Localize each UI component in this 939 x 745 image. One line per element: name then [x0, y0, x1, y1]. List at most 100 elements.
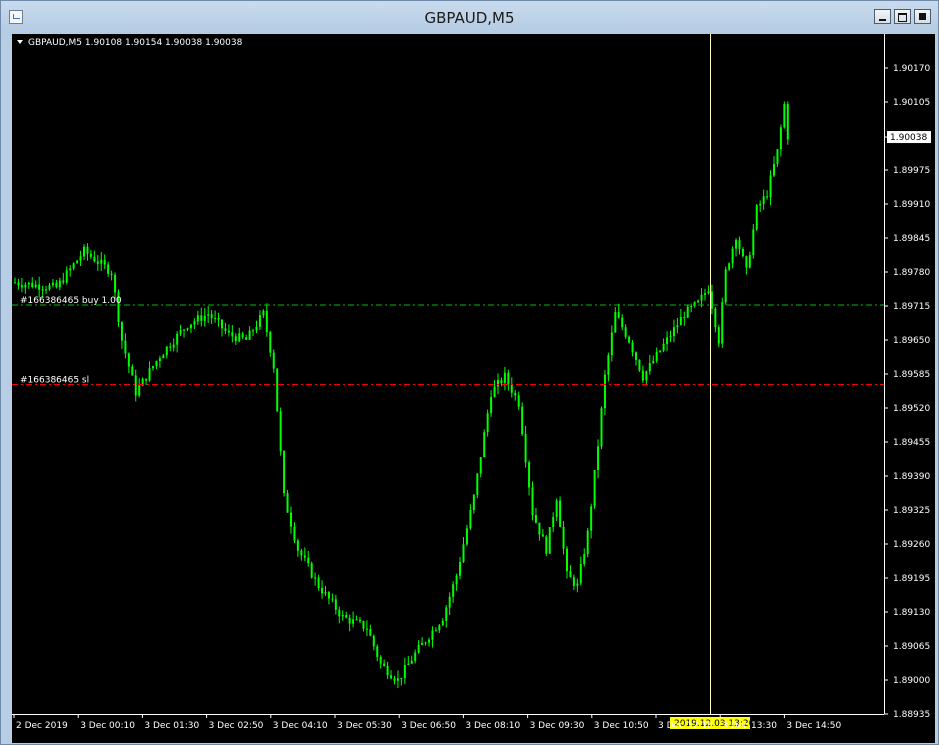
candle-body	[583, 554, 586, 565]
candle	[759, 200, 762, 212]
candle	[355, 615, 358, 621]
candle-body	[652, 360, 655, 363]
candle-body	[714, 308, 717, 328]
candle-body	[189, 324, 192, 329]
restore-icon[interactable]	[894, 9, 911, 24]
candle	[428, 637, 430, 647]
candle	[617, 303, 620, 319]
close-icon[interactable]	[914, 9, 931, 24]
candle-body	[76, 260, 79, 264]
candle-body	[603, 374, 606, 409]
candle-body	[548, 527, 551, 554]
candle-body	[196, 315, 199, 322]
candle-body	[755, 205, 758, 230]
candle	[600, 406, 603, 450]
candle	[472, 493, 475, 514]
candle-body	[507, 372, 510, 384]
candle	[14, 277, 16, 284]
candle-body	[379, 656, 382, 664]
title-bar[interactable]: GBPAUD,M5	[1, 1, 938, 33]
candle	[120, 321, 123, 349]
minimize-icon[interactable]	[874, 9, 891, 24]
candle	[403, 657, 406, 685]
candle	[300, 548, 303, 561]
candle-body	[479, 457, 482, 474]
candle	[372, 634, 375, 651]
candle	[545, 535, 548, 557]
candle-body	[293, 526, 296, 541]
chart-canvas[interactable]: #166386465 buy 1.00#166386465 sl 2019.12…	[12, 34, 935, 743]
candle-body	[186, 328, 189, 330]
candle-body	[210, 314, 213, 319]
candle	[686, 304, 689, 319]
candle-body	[410, 660, 413, 664]
candle	[500, 377, 503, 387]
chart-menu-arrow-icon[interactable]	[17, 40, 23, 44]
candle	[766, 190, 769, 200]
candle-body	[538, 522, 541, 535]
price-tick-label: 1.90170	[893, 64, 930, 74]
candle-body	[376, 646, 379, 657]
candle-body	[721, 302, 724, 344]
candle-body	[610, 332, 613, 356]
candle	[359, 616, 361, 624]
stop-loss-label: #166386465 sl	[20, 375, 89, 385]
candle	[493, 380, 496, 398]
candle-body	[27, 282, 30, 285]
candle-body	[24, 284, 27, 288]
candle	[24, 282, 27, 294]
candle	[55, 279, 58, 289]
candle	[217, 312, 220, 327]
candle	[769, 170, 772, 206]
candle	[155, 360, 158, 370]
price-tick-label: 1.89325	[893, 506, 930, 516]
candle-body	[717, 327, 720, 344]
candle	[172, 338, 175, 352]
candle-body	[704, 293, 706, 295]
candle	[669, 330, 672, 343]
candle	[307, 551, 310, 567]
candle-body	[224, 328, 227, 331]
candle	[469, 504, 472, 531]
candle	[400, 677, 403, 686]
candle-body	[738, 240, 741, 249]
candle	[407, 656, 410, 666]
candle-body	[145, 378, 148, 381]
candle-body	[773, 163, 775, 176]
candle-body	[497, 380, 499, 387]
candle-body	[559, 500, 562, 527]
candle	[148, 361, 151, 382]
candle	[524, 425, 527, 468]
candle-body	[407, 663, 410, 665]
candle-body	[707, 291, 710, 294]
candle	[614, 307, 617, 333]
candle	[296, 538, 299, 557]
candle-body	[745, 256, 748, 268]
candle	[541, 528, 544, 537]
candle	[786, 101, 789, 145]
candle	[552, 512, 555, 533]
candle	[124, 333, 127, 359]
candle-body	[300, 550, 303, 556]
price-tick-label: 1.89780	[893, 268, 930, 278]
candle-body	[310, 563, 313, 578]
candle	[103, 254, 106, 270]
candle-body	[679, 317, 682, 326]
price-chart[interactable]: #166386465 buy 1.00 #166386465 sl 2019.12…	[12, 34, 935, 743]
candle-body	[697, 300, 700, 303]
candle	[327, 590, 330, 605]
time-tick-label: 3 Dec 14:50	[786, 721, 841, 731]
candle	[707, 285, 710, 295]
candle-body	[265, 310, 268, 333]
candle	[210, 310, 213, 325]
candle	[227, 324, 230, 337]
candle	[724, 266, 727, 305]
candle	[62, 272, 65, 285]
candle	[265, 303, 268, 337]
candle-body	[89, 253, 92, 257]
candle-body	[352, 619, 355, 624]
candle	[386, 661, 389, 680]
candle-body	[155, 361, 158, 367]
candle	[697, 299, 700, 304]
candle	[717, 324, 720, 348]
